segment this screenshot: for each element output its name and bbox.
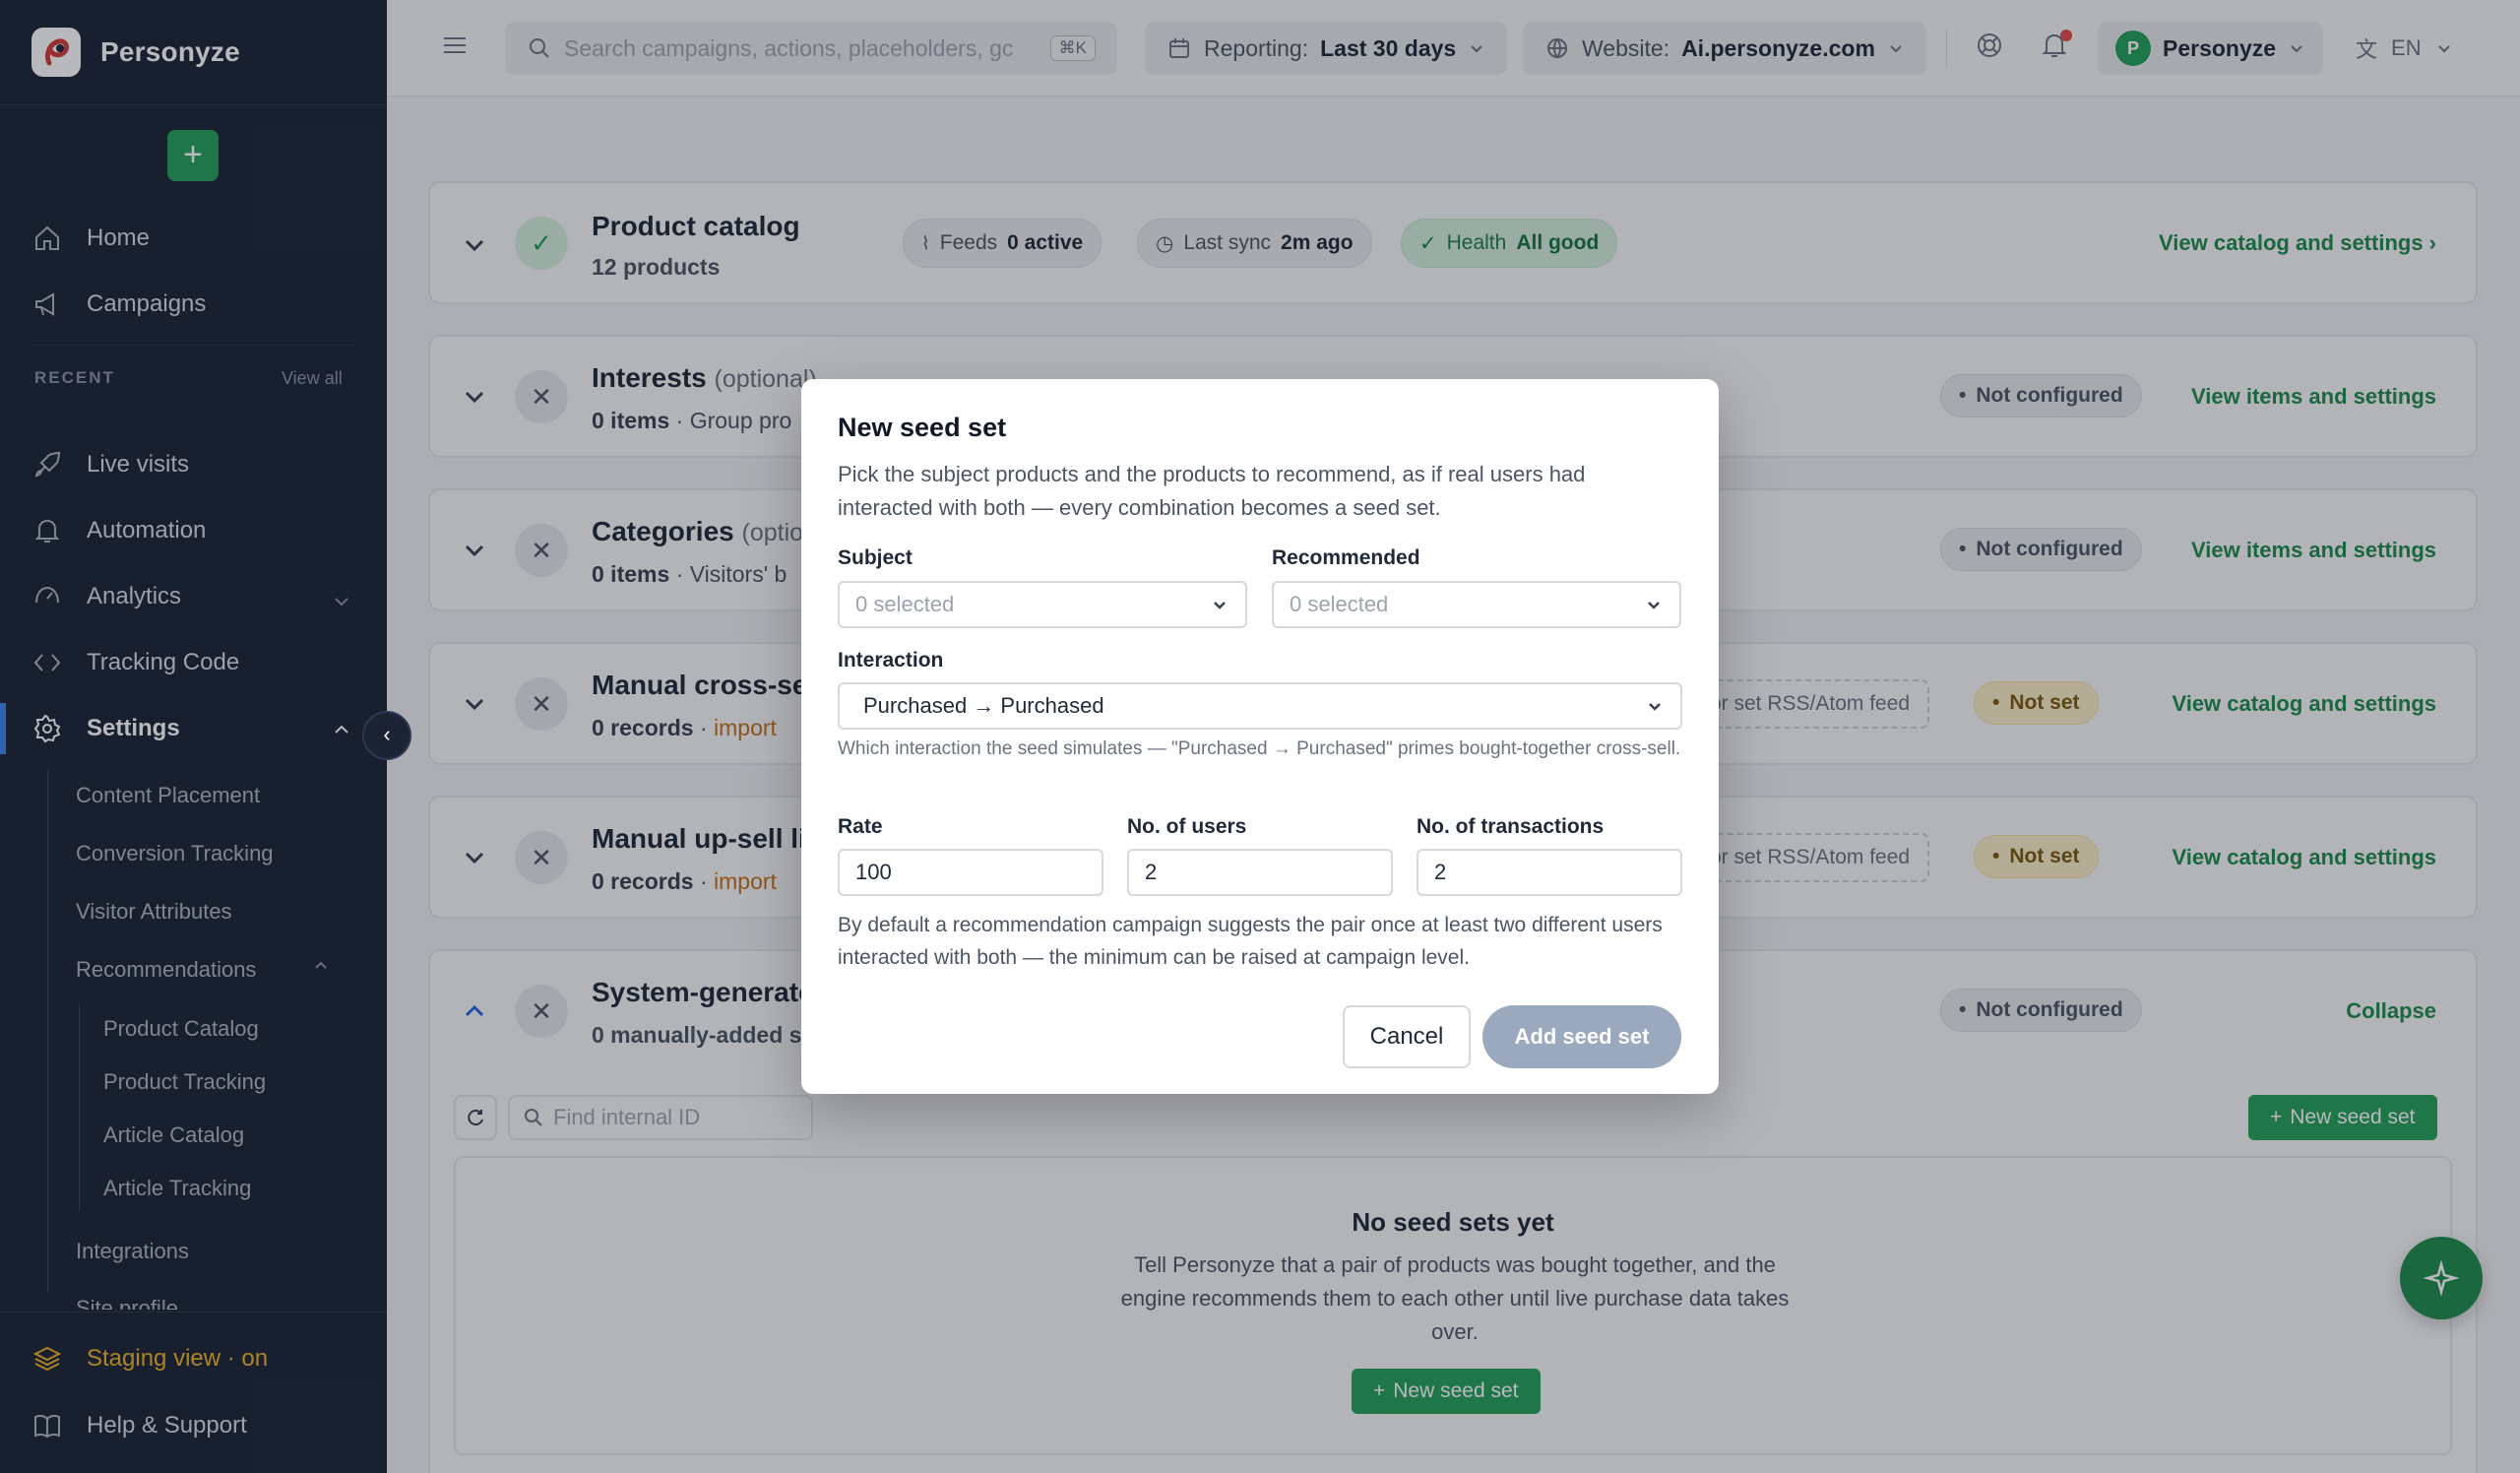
interaction-label: Interaction [838,649,944,672]
chevron-down-icon [1648,602,1660,609]
dialog-description: Pick the subject products and the produc… [838,462,1586,520]
users-input[interactable]: 2 [1127,849,1393,896]
users-label: No. of users [1127,815,1247,838]
default-note: By default a recommendation campaign sug… [838,914,1663,969]
subject-label: Subject [838,546,913,569]
collapse-sidebar-button[interactable]: ‹ [362,711,411,760]
rate-label: Rate [838,815,883,838]
new-seed-set-dialog: New seed set Pick the subject products a… [801,379,1719,1094]
dialog-title: New seed set [838,413,1007,442]
subject-select[interactable]: 0 selected [838,581,1247,628]
transactions-input[interactable]: 2 [1417,849,1682,896]
select-value: 0 selected [1290,592,1389,616]
transactions-label: No. of transactions [1417,815,1605,838]
recommended-select[interactable]: 0 selected [1272,581,1681,628]
rate-input[interactable]: 100 [838,849,1103,896]
cancel-button[interactable]: Cancel [1343,1005,1471,1068]
chevron-down-icon [1214,602,1226,609]
interaction-help: Which interaction the seed simulates — "… [838,738,1681,759]
recommended-label: Recommended [1272,546,1420,569]
chevron-down-icon [1649,703,1661,711]
select-value: 0 selected [855,592,955,616]
select-value: Purchased → Purchased [863,693,1104,718]
add-seed-set-button[interactable]: Add seed set [1482,1005,1681,1068]
interaction-select[interactable]: Purchased → Purchased [838,682,1682,730]
